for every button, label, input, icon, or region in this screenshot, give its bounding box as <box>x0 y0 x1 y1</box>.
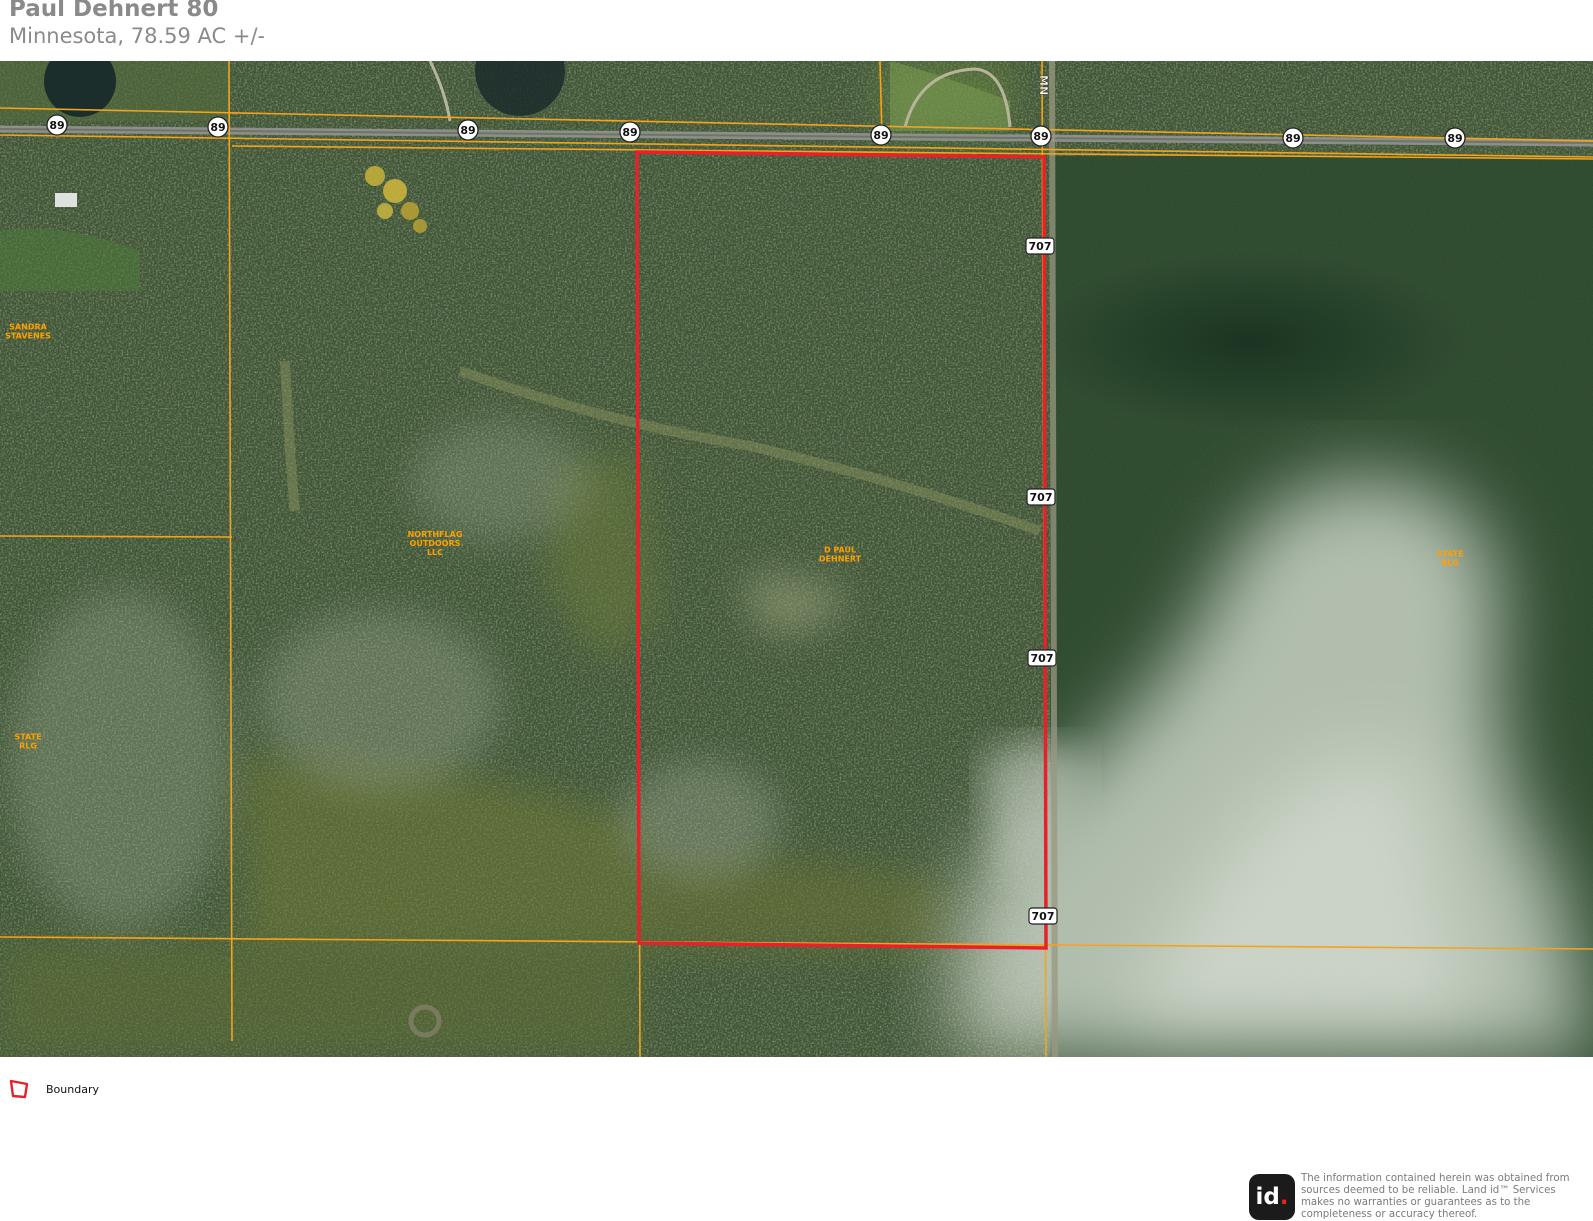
building-icon <box>55 193 77 207</box>
map-canvas: 89 89 89 89 89 89 89 89 707 707 707 707 … <box>0 61 1593 1057</box>
map-title: Paul Dehnert 80 <box>9 0 219 22</box>
owner-label-line: SANDRA <box>9 323 47 332</box>
route-89-shield: 89 <box>457 119 479 141</box>
owner-label-line: STATE <box>1436 550 1463 559</box>
boundary-icon <box>9 1079 29 1099</box>
legend: Boundary <box>9 1078 99 1100</box>
owner-label-line: D PAUL <box>824 546 856 555</box>
owner-label-line: LLC <box>427 548 443 557</box>
map-header: Paul Dehnert 80 Minnesota, 78.59 AC +/- <box>9 0 265 49</box>
svg-text:89: 89 <box>1285 132 1300 145</box>
svg-text:707: 707 <box>1031 652 1054 665</box>
route-89-shield: 89 <box>1444 127 1466 149</box>
legend-label-boundary: Boundary <box>46 1082 99 1096</box>
owner-label-dehnert: D PAUL DEHNERT <box>819 546 862 564</box>
owner-label-line: DEHNERT <box>819 555 862 564</box>
route-707-shield: 707 <box>1027 649 1057 667</box>
aerial-map[interactable]: 89 89 89 89 89 89 89 89 707 707 707 707 … <box>0 61 1593 1057</box>
svg-text:707: 707 <box>1030 491 1053 504</box>
landid-logo: id. <box>1249 1174 1295 1220</box>
map-subtitle: Minnesota, 78.59 AC +/- <box>9 24 266 48</box>
owner-label-line: RLG <box>1441 559 1459 568</box>
owner-label-line: RLG <box>19 742 37 751</box>
svg-text:89: 89 <box>1447 132 1462 145</box>
mn-road-label: MN <box>1037 75 1050 95</box>
svg-text:89: 89 <box>1033 130 1048 143</box>
owner-label-line: STAVENES <box>5 332 51 341</box>
route-707-shield: 707 <box>1025 237 1055 255</box>
owner-label-line: STATE <box>14 733 41 742</box>
owner-label-line: NORTHFLAG <box>408 530 463 539</box>
owner-label-line: OUTDOORS <box>410 539 461 548</box>
route-89-shield: 89 <box>870 124 892 146</box>
svg-text:89: 89 <box>622 126 637 139</box>
route-89-shield: 89 <box>619 121 641 143</box>
route-89-shield: 89 <box>1030 125 1052 147</box>
svg-text:89: 89 <box>210 121 225 134</box>
svg-text:707: 707 <box>1029 240 1052 253</box>
route-89-shield: 89 <box>46 114 68 136</box>
svg-text:89: 89 <box>460 124 475 137</box>
svg-text:707: 707 <box>1032 910 1055 923</box>
route-89-shield: 89 <box>207 116 229 138</box>
logo-dot: . <box>1279 1184 1289 1210</box>
route-89-shield: 89 <box>1282 127 1304 149</box>
owner-label-sandra: SANDRA STAVENES <box>5 323 51 341</box>
route-707-shield: 707 <box>1026 488 1056 506</box>
logo-text: id <box>1255 1184 1280 1210</box>
disclaimer-text: The information contained herein was obt… <box>1301 1173 1570 1220</box>
svg-text:89: 89 <box>49 119 64 132</box>
route-707-shield: 707 <box>1028 907 1058 925</box>
svg-text:89: 89 <box>873 129 888 142</box>
